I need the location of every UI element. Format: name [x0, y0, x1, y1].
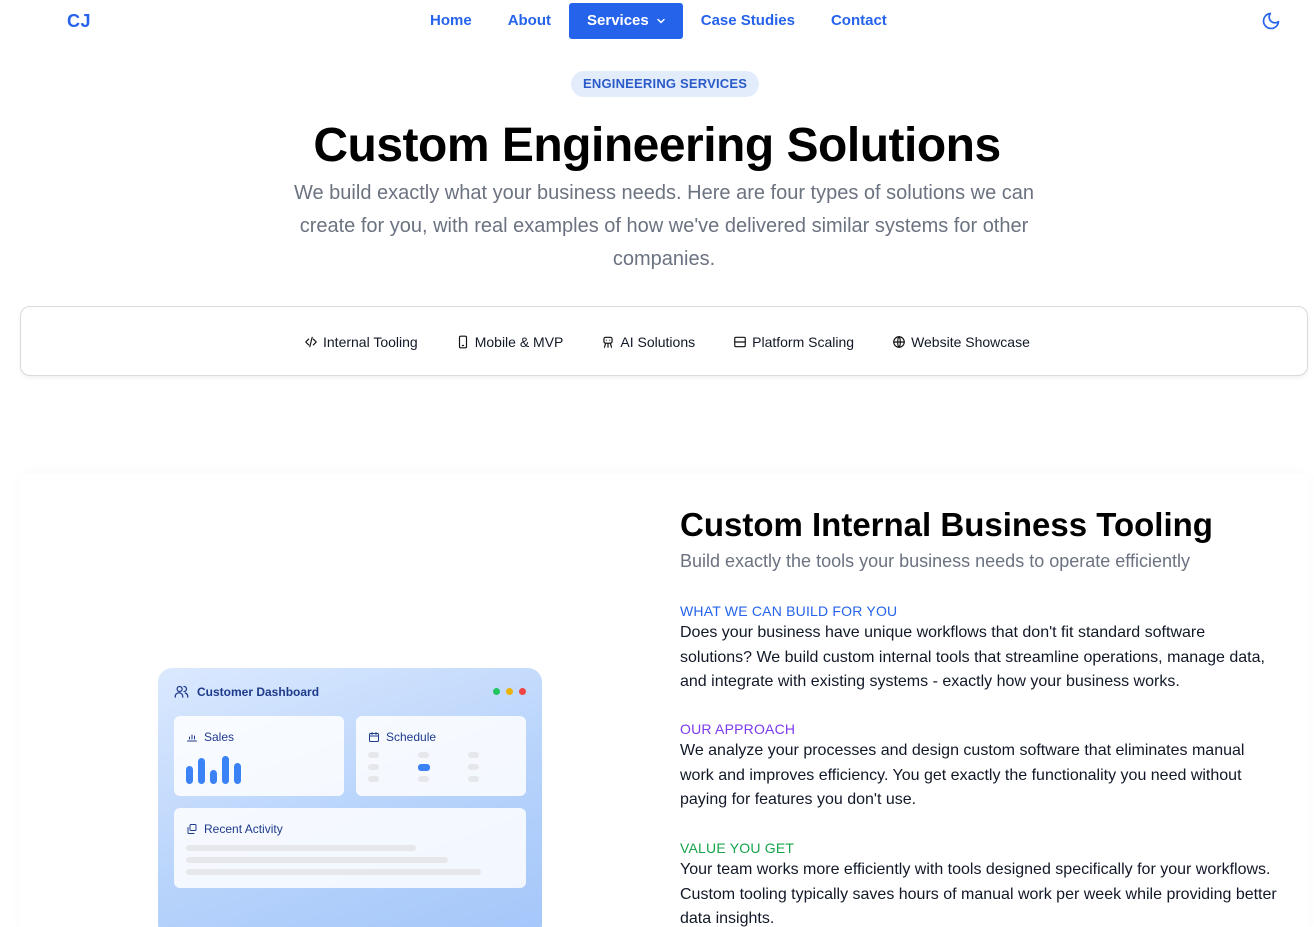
- schedule-grid: [368, 752, 514, 784]
- dot-red: [519, 688, 526, 695]
- activity-line: [186, 857, 448, 863]
- dashboard-header: Customer Dashboard: [174, 684, 319, 699]
- tab-website-showcase[interactable]: Website Showcase: [892, 334, 1030, 350]
- tab-label: AI Solutions: [620, 334, 696, 350]
- sales-card: Sales: [174, 716, 344, 796]
- value-you-get-label: VALUE YOU GET: [680, 840, 795, 856]
- tab-platform-scaling[interactable]: Platform Scaling: [733, 334, 854, 350]
- schedule-slot: [418, 776, 429, 782]
- page-subtitle: We build exactly what your business need…: [293, 182, 1035, 270]
- sales-bar: [222, 756, 229, 784]
- users-icon: [174, 685, 189, 698]
- value-you-get-body: Your team works more efficiently with to…: [680, 861, 1277, 927]
- our-approach-label: OUR APPROACH: [680, 721, 796, 737]
- nav-contact[interactable]: Contact: [813, 3, 905, 39]
- schedule-slot-active: [418, 764, 430, 771]
- top-navbar: CJ Home About Services Case Studies Cont…: [0, 0, 1314, 44]
- schedule-label: Schedule: [386, 730, 437, 744]
- activity-line: [186, 869, 481, 875]
- server-icon: [734, 336, 746, 348]
- sales-bars: [186, 756, 241, 784]
- bar-chart-icon: [187, 734, 197, 742]
- dashboard-illustration: Customer Dashboard Sales Schedule Recent…: [158, 668, 542, 927]
- our-approach-body: We analyze your processes and design cus…: [680, 742, 1245, 809]
- section-badge: ENGINEERING SERVICES: [571, 71, 760, 97]
- dot-green: [493, 688, 500, 695]
- schedule-slot: [468, 752, 479, 758]
- nav-home[interactable]: Home: [412, 3, 490, 39]
- feature-title: Custom Internal Business Tooling: [680, 506, 1213, 543]
- schedule-slot: [368, 764, 379, 770]
- schedule-card: Schedule: [356, 716, 526, 796]
- window-dots: [493, 688, 526, 695]
- schedule-slot: [418, 752, 429, 758]
- tab-label: Mobile & MVP: [474, 334, 564, 350]
- tab-internal-tooling[interactable]: Internal Tooling: [304, 334, 418, 350]
- main-nav: Home About Services Case Studies Contact: [412, 3, 905, 39]
- sales-bar: [234, 763, 241, 784]
- nav-case-studies[interactable]: Case Studies: [683, 3, 813, 39]
- sales-bar: [210, 770, 217, 784]
- feature-subtitle: Build exactly the tools your business ne…: [680, 551, 1190, 571]
- recent-activity-label: Recent Activity: [204, 822, 283, 836]
- sales-bar: [198, 758, 205, 784]
- tab-ai-solutions[interactable]: AI Solutions: [601, 334, 695, 350]
- activity-icon: [187, 824, 197, 834]
- code-icon: [305, 336, 317, 348]
- tab-label: Platform Scaling: [752, 334, 855, 350]
- recent-activity-card: Recent Activity: [174, 808, 526, 888]
- nav-services-label: Services: [587, 12, 649, 29]
- sales-bar: [186, 766, 193, 784]
- tab-mobile-mvp[interactable]: Mobile & MVP: [456, 334, 564, 350]
- activity-line: [186, 845, 416, 851]
- dot-yellow: [506, 688, 513, 695]
- calendar-icon: [369, 732, 379, 742]
- sales-label: Sales: [204, 730, 235, 744]
- smartphone-icon: [458, 335, 467, 349]
- page-title: Custom Engineering Solutions: [313, 119, 1001, 172]
- schedule-slot: [468, 764, 479, 770]
- globe-icon: [893, 336, 905, 348]
- schedule-slot: [368, 776, 379, 782]
- nav-services[interactable]: Services: [569, 3, 683, 39]
- service-tabs: Internal Tooling Mobile & MVP AI Solutio…: [20, 306, 1308, 376]
- logo[interactable]: CJ: [67, 11, 91, 32]
- tab-label: Internal Tooling: [323, 334, 418, 350]
- bot-icon: [603, 336, 614, 348]
- nav-about[interactable]: About: [490, 3, 569, 39]
- schedule-slot: [368, 752, 379, 758]
- dashboard-title: Customer Dashboard: [197, 684, 320, 699]
- moon-icon[interactable]: [1261, 11, 1281, 31]
- schedule-slot: [468, 776, 479, 782]
- what-we-build-body: Does your business have unique workflows…: [680, 624, 1265, 691]
- what-we-build-label: WHAT WE CAN BUILD FOR YOU: [680, 603, 898, 619]
- tab-label: Website Showcase: [911, 334, 1030, 350]
- chevron-down-icon: [657, 18, 665, 24]
